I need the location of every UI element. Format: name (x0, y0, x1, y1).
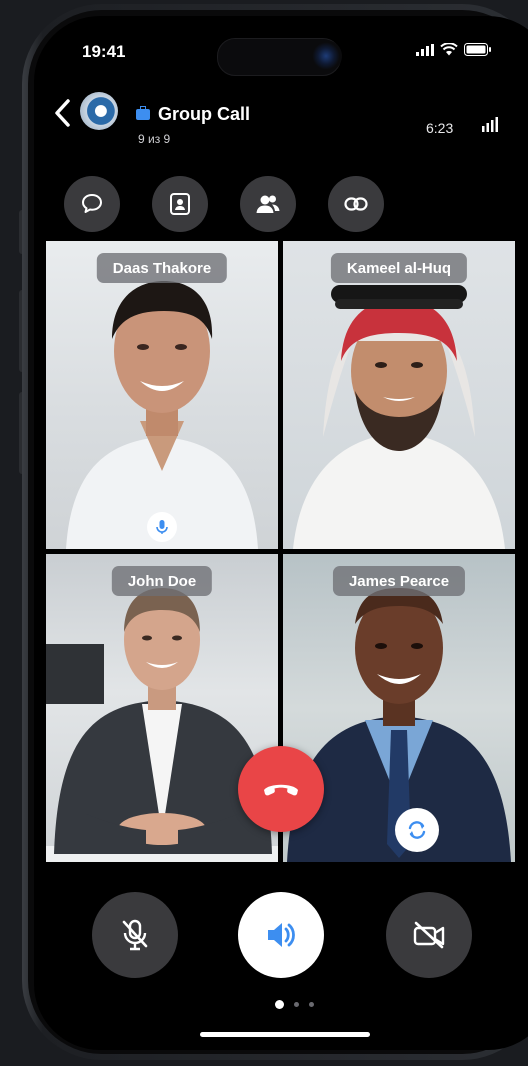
participants-icon (256, 195, 280, 213)
call-title-row: Group Call (136, 104, 250, 125)
call-title: Group Call (158, 104, 251, 124)
end-call-icon (264, 784, 298, 796)
participants-button[interactable] (240, 176, 296, 232)
chat-button[interactable] (64, 176, 120, 232)
participant-name: James Pearce (332, 566, 466, 596)
speaker-icon (268, 923, 295, 947)
group-avatar[interactable] (80, 92, 118, 130)
contact-card-icon (170, 193, 190, 215)
page-indicator[interactable] (275, 1000, 314, 1009)
video-tile-3[interactable]: John Doe (46, 554, 278, 862)
mic-muted-icon (122, 919, 148, 951)
chat-icon (82, 194, 102, 213)
camera-off-icon (413, 921, 445, 949)
call-screen: 19:41 Group Call 9 из 9 6:23 Daas Thakor… (34, 16, 528, 1050)
participant-figure (66, 281, 258, 549)
camera-toggle-button[interactable] (386, 892, 472, 978)
participant-count: 9 из 9 (138, 132, 171, 146)
switch-camera-button[interactable] (395, 808, 439, 852)
end-call-button[interactable] (238, 746, 324, 832)
status-icons (416, 43, 491, 56)
video-tile-1[interactable]: Daas Thakore (46, 241, 278, 549)
status-time: 19:41 (82, 42, 126, 61)
speaking-indicator (147, 512, 177, 542)
participant-name: John Doe (111, 566, 213, 596)
video-tile-2[interactable]: Kameel al-Huq (283, 241, 515, 549)
wifi-icon (440, 43, 458, 56)
speaker-button[interactable] (238, 892, 324, 978)
home-indicator[interactable] (200, 1032, 370, 1037)
front-camera (310, 40, 342, 72)
page-dot (309, 1002, 314, 1007)
cellular-signal-icon (416, 43, 434, 56)
switch-camera-icon (408, 821, 426, 839)
video-tile-4[interactable]: James Pearce (283, 554, 515, 862)
participant-name: Daas Thakore (96, 253, 228, 283)
participant-figure (293, 285, 505, 549)
call-duration: 6:23 (426, 120, 454, 136)
back-chevron-icon[interactable] (52, 98, 74, 128)
participant-name: Kameel al-Huq (330, 253, 468, 283)
page-dot (294, 1002, 299, 1007)
page-dot-active (275, 1000, 284, 1009)
invite-link-button[interactable] (328, 176, 384, 232)
connection-quality-icon (482, 117, 498, 132)
briefcase-icon (136, 106, 150, 120)
contact-card-button[interactable] (152, 176, 208, 232)
participant-figure (46, 588, 278, 862)
link-icon (344, 197, 368, 211)
battery-icon (464, 43, 491, 56)
microphone-icon (156, 520, 168, 534)
mute-button[interactable] (92, 892, 178, 978)
